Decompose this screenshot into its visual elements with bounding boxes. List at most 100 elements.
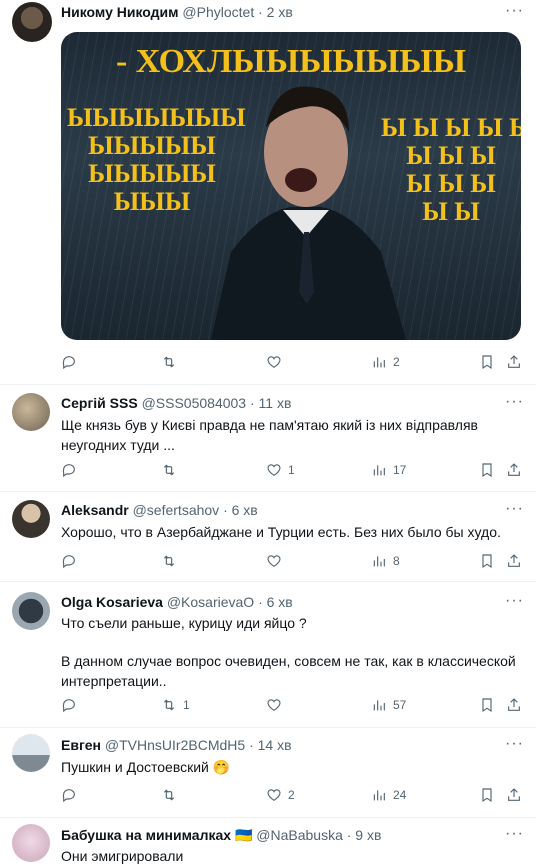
reply-button[interactable] — [61, 352, 83, 372]
timestamp[interactable]: · 9 хв — [347, 827, 382, 843]
reply-tweet[interactable]: Бабушка на минималках 🇺🇦 @NaBabuska · 9 … — [0, 818, 536, 866]
bookmark-button[interactable] — [479, 352, 495, 372]
more-icon[interactable]: ··· — [505, 592, 524, 610]
author-handle[interactable]: @Phyloctet — [182, 4, 254, 20]
timestamp[interactable]: · 2 хв — [258, 4, 293, 20]
timestamp[interactable]: · 11 хв — [250, 395, 291, 411]
like-button[interactable] — [266, 352, 288, 372]
share-button[interactable] — [506, 785, 522, 805]
like-icon — [267, 356, 281, 369]
more-icon[interactable]: ··· — [505, 735, 524, 753]
tweet-text: Они эмигрировали — [61, 848, 184, 864]
author-name[interactable]: Евген — [61, 737, 101, 753]
share-icon — [508, 355, 520, 368]
views-button[interactable]: 17 — [371, 460, 406, 480]
views-icon — [373, 790, 385, 801]
ukraine-flag-icon: 🇺🇦 — [234, 827, 253, 843]
reply-button[interactable] — [61, 695, 83, 715]
retweet-button[interactable]: 1 — [161, 695, 190, 715]
more-icon[interactable]: ··· — [505, 393, 524, 411]
retweet-icon — [163, 356, 175, 368]
avatar[interactable] — [12, 500, 50, 538]
tweet-text: В данном случае вопрос очевиден, совсем … — [61, 653, 516, 689]
retweet-button[interactable] — [161, 460, 183, 480]
retweet-icon — [163, 555, 175, 567]
tweet-text: Ще князь був у Києві правда не пам'ятаю … — [61, 417, 478, 453]
like-icon — [267, 464, 281, 477]
bookmark-icon — [482, 698, 492, 713]
bookmark-button[interactable] — [479, 460, 495, 480]
meme-right-text: Ы Ы Ы Ы Ы Ы Ы Ы Ы Ы Ы Ы Ы — [381, 113, 521, 226]
bookmark-icon — [482, 554, 492, 569]
reply-tweet[interactable]: Евген @TVHnsUIr2BCMdH5 · 14 хв ··· Пушки… — [0, 728, 536, 818]
share-icon — [508, 788, 520, 801]
meme-left-text: ЫЫЫЫЫЫЫ ЫЫЫЫЫ ЫЫЫЫЫ ЫЫЫ — [67, 103, 246, 216]
reply-tweet[interactable]: Сергій SSS @SSS05084003 · 11 хв ··· Ще к… — [0, 385, 536, 492]
tweet-text: Что съели раньше, курицу иди яйцо ? — [61, 615, 307, 631]
like-icon — [267, 555, 281, 568]
avatar[interactable] — [12, 393, 50, 431]
meme-title: - ХОХЛЫЫЫЫЫЫЫ — [115, 43, 467, 80]
author-handle[interactable]: @SSS05084003 — [142, 395, 247, 411]
reply-button[interactable] — [61, 460, 83, 480]
reply-button[interactable] — [61, 551, 83, 571]
tweet[interactable]: Никому Никодим @Phyloctet · 2 хв ··· - Х… — [0, 0, 536, 385]
like-button[interactable] — [266, 551, 288, 571]
like-button[interactable]: 2 — [266, 785, 295, 805]
retweet-button[interactable] — [161, 352, 183, 372]
author-name[interactable]: Aleksandr — [61, 502, 129, 518]
share-icon — [508, 463, 520, 476]
bookmark-button[interactable] — [479, 695, 495, 715]
avatar[interactable] — [12, 824, 50, 862]
author-name[interactable]: Бабушка на минималках — [61, 827, 231, 843]
author-handle[interactable]: @sefertsahov — [133, 502, 220, 518]
timestamp[interactable]: · 14 хв — [249, 737, 291, 753]
timestamp[interactable]: · 6 хв — [258, 594, 293, 610]
author-handle[interactable]: @TVHnsUIr2BCMdH5 — [105, 737, 245, 753]
retweet-icon — [163, 789, 175, 801]
bookmark-button[interactable] — [479, 785, 495, 805]
action-bar: 1 57 — [61, 695, 521, 715]
bookmark-icon — [482, 463, 492, 478]
author-handle[interactable]: @NaBabuska — [256, 827, 343, 843]
views-button[interactable]: 2 — [371, 352, 400, 372]
tweet-text: Хорошо, что в Азербайджане и Турции есть… — [61, 524, 501, 540]
like-button[interactable] — [266, 695, 288, 715]
avatar[interactable] — [12, 592, 50, 630]
author-name[interactable]: Сергій SSS — [61, 395, 138, 411]
share-button[interactable] — [506, 352, 522, 372]
retweet-button[interactable] — [161, 785, 183, 805]
views-button[interactable]: 57 — [371, 695, 406, 715]
reply-tweet[interactable]: Aleksandr @sefertsahov · 6 хв ··· Хорошо… — [0, 492, 536, 582]
share-button[interactable] — [506, 695, 522, 715]
views-button[interactable]: 24 — [371, 785, 406, 805]
more-icon[interactable]: ··· — [505, 500, 524, 518]
reply-icon — [62, 464, 75, 478]
views-button[interactable]: 8 — [371, 551, 400, 571]
reply-icon — [62, 699, 75, 713]
share-button[interactable] — [506, 551, 522, 571]
like-button[interactable]: 1 — [266, 460, 295, 480]
timestamp[interactable]: · 6 хв — [223, 502, 258, 518]
more-icon[interactable]: ··· — [505, 825, 524, 843]
views-icon — [373, 556, 385, 567]
retweet-button[interactable] — [161, 551, 183, 571]
bookmark-button[interactable] — [479, 551, 495, 571]
reply-button[interactable] — [61, 785, 83, 805]
author-handle[interactable]: @KosarievaO — [167, 594, 254, 610]
action-bar: 1 17 — [61, 460, 521, 480]
action-bar: 2 24 — [61, 785, 521, 805]
tweet-image[interactable]: - ХОХЛЫЫЫЫЫЫЫ ЫЫЫЫЫЫЫ ЫЫЫЫЫ ЫЫЫЫЫ ЫЫЫ Ы … — [61, 32, 521, 340]
author-name[interactable]: Никому Никодим — [61, 4, 179, 20]
views-icon — [373, 357, 385, 368]
more-icon[interactable]: ··· — [505, 2, 524, 20]
author-name[interactable]: Olga Kosarieva — [61, 594, 163, 610]
bookmark-icon — [482, 788, 492, 803]
like-icon — [267, 789, 281, 802]
share-icon — [508, 698, 520, 711]
avatar[interactable] — [12, 2, 52, 42]
share-button[interactable] — [506, 460, 522, 480]
reply-tweet[interactable]: Olga Kosarieva @KosarievaO · 6 хв ··· Чт… — [0, 582, 536, 728]
avatar[interactable] — [12, 734, 50, 772]
reply-icon — [62, 555, 75, 569]
